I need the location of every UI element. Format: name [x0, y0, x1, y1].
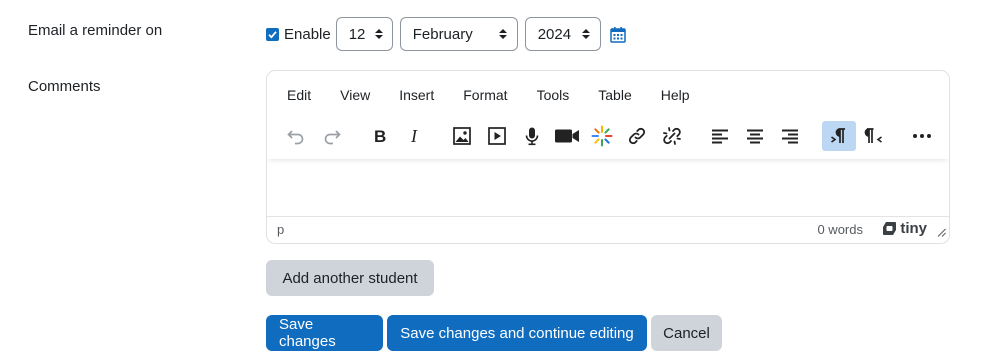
more-icon[interactable]: [905, 121, 939, 151]
undo-icon[interactable]: [279, 121, 313, 151]
select-caret-icon: [498, 28, 507, 40]
svg-text:B: B: [374, 127, 386, 145]
menu-help[interactable]: Help: [653, 87, 694, 103]
enable-label[interactable]: Enable: [284, 26, 331, 43]
reminder-date-row: Enable 12 February 2024: [266, 16, 626, 52]
align-right-icon[interactable]: [773, 121, 807, 151]
day-value: 12: [348, 25, 366, 43]
tiny-logo-icon: [882, 221, 897, 236]
cancel-button[interactable]: Cancel: [651, 315, 722, 351]
menu-edit[interactable]: Edit: [279, 87, 315, 103]
align-center-icon[interactable]: [738, 121, 772, 151]
tiny-brand[interactable]: tiny: [882, 220, 927, 237]
enable-checkbox[interactable]: [266, 27, 279, 41]
microphone-icon[interactable]: [515, 121, 549, 151]
rtl-icon[interactable]: [857, 121, 891, 151]
italic-icon[interactable]: I: [398, 121, 432, 151]
link-icon[interactable]: [620, 121, 654, 151]
save-button[interactable]: Save changes: [266, 315, 383, 351]
comments-editor: Edit View Insert Format Tools Table Help…: [266, 70, 950, 244]
add-student-button[interactable]: Add another student: [266, 260, 434, 296]
day-select[interactable]: 12: [335, 17, 393, 51]
menu-table[interactable]: Table: [590, 87, 635, 103]
editor-menubar: Edit View Insert Format Tools Table Help: [279, 87, 711, 103]
editor-statusbar: p 0 words tiny: [267, 216, 949, 243]
unlink-icon[interactable]: [655, 121, 689, 151]
calendar-icon[interactable]: [609, 26, 626, 43]
video-camera-icon[interactable]: [550, 121, 584, 151]
select-caret-icon: [375, 28, 384, 40]
resize-handle-icon[interactable]: [937, 225, 946, 240]
element-path[interactable]: p: [277, 222, 284, 237]
comments-label: Comments: [28, 78, 101, 95]
redo-icon[interactable]: [315, 121, 349, 151]
reminder-label: Email a reminder on: [28, 22, 163, 39]
svg-text:I: I: [410, 127, 418, 145]
select-caret-icon: [581, 28, 590, 40]
save-continue-button[interactable]: Save changes and continue editing: [387, 315, 647, 351]
align-left-icon[interactable]: [703, 121, 737, 151]
word-count[interactable]: 0 words: [817, 222, 863, 237]
image-icon[interactable]: [445, 121, 479, 151]
media-icon[interactable]: [480, 121, 514, 151]
year-value: 2024: [537, 25, 572, 43]
month-select[interactable]: February: [399, 17, 518, 51]
menu-tools[interactable]: Tools: [529, 87, 574, 103]
bold-icon[interactable]: B: [363, 121, 397, 151]
tiny-brand-text: tiny: [900, 220, 927, 237]
year-select[interactable]: 2024: [524, 17, 601, 51]
ai-sparkle-icon[interactable]: [585, 121, 619, 151]
menu-insert[interactable]: Insert: [391, 87, 438, 103]
ltr-icon[interactable]: [822, 121, 856, 151]
menu-format[interactable]: Format: [455, 87, 511, 103]
month-value: February: [412, 25, 473, 43]
menu-view[interactable]: View: [332, 87, 374, 103]
